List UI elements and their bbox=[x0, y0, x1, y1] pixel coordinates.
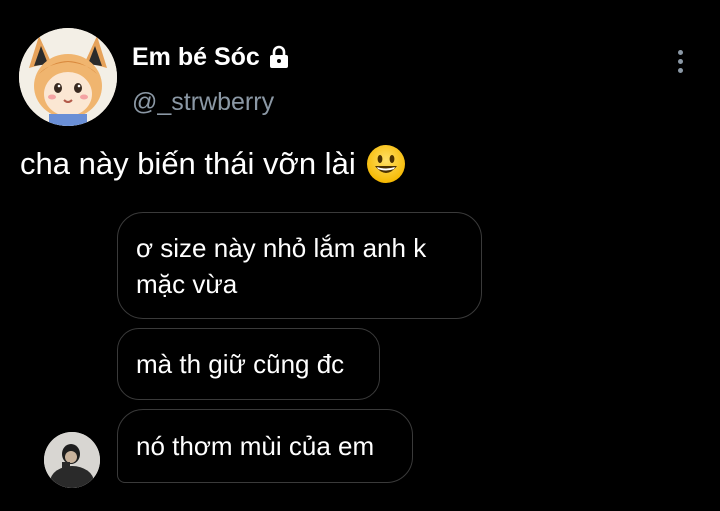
chat-message-text: mà th giữ cũng đc bbox=[136, 349, 345, 379]
person-photo-avatar-icon bbox=[44, 432, 100, 488]
tweet-body: cha này biến thái vỡn lài bbox=[20, 142, 406, 186]
profile-avatar[interactable] bbox=[19, 28, 117, 126]
anime-avatar-icon bbox=[19, 28, 117, 126]
display-name-row: Em bé Sóc bbox=[132, 40, 292, 74]
sender-avatar[interactable] bbox=[44, 432, 100, 488]
chat-message-bubble[interactable]: mà th giữ cũng đc bbox=[117, 328, 380, 400]
lock-icon bbox=[269, 45, 288, 68]
more-vertical-icon bbox=[677, 49, 683, 55]
more-dot bbox=[677, 67, 683, 73]
tweet-text: cha này biến thái vỡn lài bbox=[20, 146, 356, 181]
chat-message-text: ơ size này nhỏ lắm anh k mặc vừa bbox=[136, 233, 427, 299]
more-options-button[interactable] bbox=[668, 46, 692, 76]
chat-message-bubble[interactable]: ơ size này nhỏ lắm anh k mặc vừa bbox=[117, 212, 482, 319]
chat-message-text: nó thơm mùi của em bbox=[136, 431, 375, 461]
chat-message-bubble[interactable]: nó thơm mùi của em bbox=[117, 409, 413, 483]
grinning-face-emoji-icon bbox=[366, 145, 405, 183]
display-name[interactable]: Em bé Sóc bbox=[132, 40, 260, 74]
more-dot bbox=[677, 58, 683, 64]
user-handle[interactable]: @_strwberry bbox=[132, 86, 274, 118]
